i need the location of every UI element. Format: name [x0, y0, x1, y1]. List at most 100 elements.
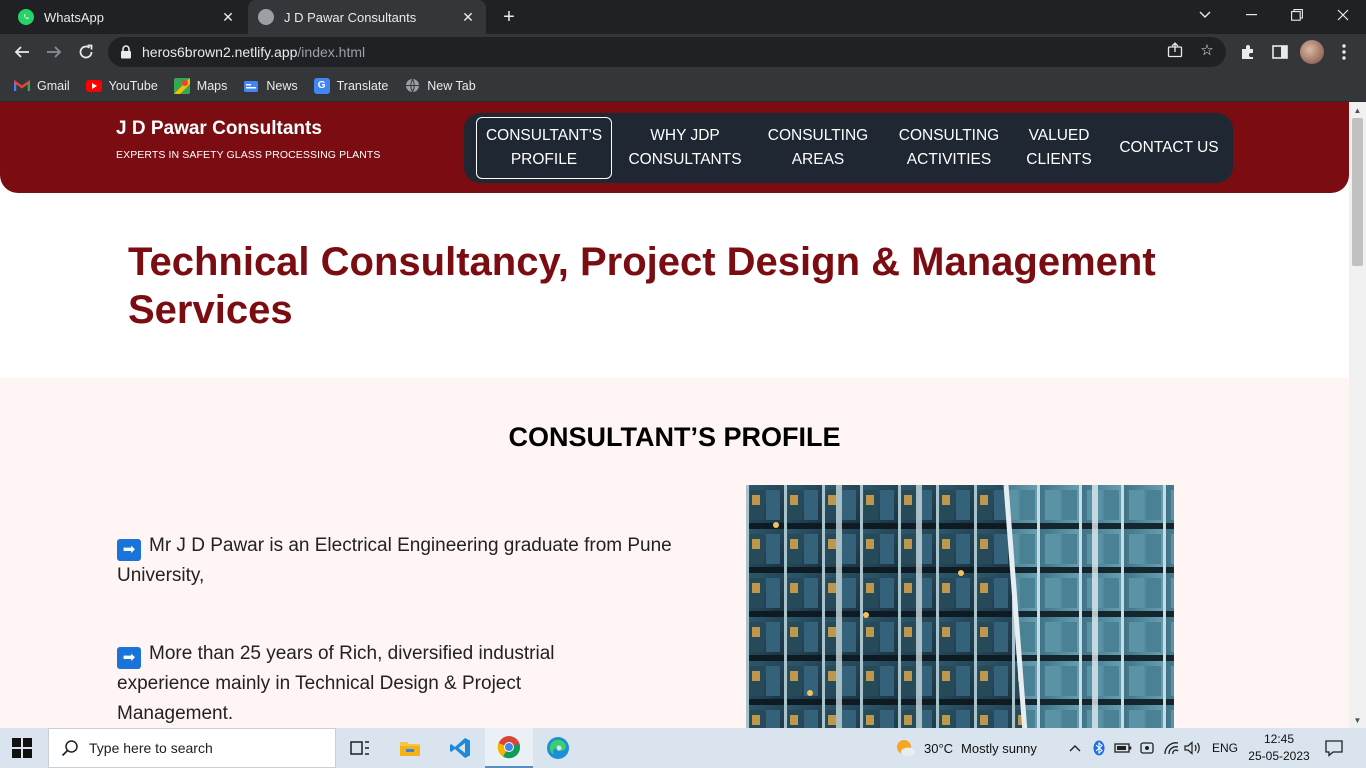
- bookmark-news[interactable]: News: [243, 78, 298, 94]
- task-view-icon[interactable]: [336, 728, 384, 768]
- hero-title-line: Technical Consultancy, Project Design & …: [128, 240, 1156, 284]
- profile-point-text: Mr J D Pawar is an Electrical Engineerin…: [117, 535, 672, 586]
- nav-consulting-activities[interactable]: CONSULTING ACTIVITIES: [888, 117, 1010, 179]
- bookmark-translate[interactable]: G Translate: [313, 77, 389, 94]
- battery-icon[interactable]: [1114, 739, 1132, 757]
- nav-label: WHY JDP: [650, 127, 720, 144]
- bookmarks-bar: Gmail YouTube Maps News G Translate New …: [0, 70, 1366, 102]
- bookmark-maps[interactable]: Maps: [173, 77, 227, 94]
- url-path: /index.html: [297, 44, 366, 60]
- wifi-icon[interactable]: [1162, 739, 1180, 757]
- nav-label: VALUED: [1028, 127, 1090, 144]
- whatsapp-icon: [18, 9, 34, 25]
- translate-icon: G: [313, 77, 330, 94]
- nav-label: PROFILE: [510, 151, 578, 168]
- vscode-icon[interactable]: [436, 728, 484, 768]
- close-tab-icon[interactable]: ✕: [460, 9, 476, 25]
- windows-start-icon[interactable]: [12, 738, 32, 758]
- weather-temp: 30°C: [924, 740, 954, 756]
- back-button[interactable]: [8, 38, 36, 66]
- bookmark-label: News: [266, 78, 298, 93]
- taskbar-clock[interactable]: 12:45 25-05-2023: [1246, 731, 1312, 765]
- notifications-icon[interactable]: [1324, 738, 1344, 758]
- scrollbar-thumb[interactable]: [1352, 118, 1363, 266]
- globe-icon: [258, 9, 274, 25]
- nav-label: CONSULTING: [898, 127, 1000, 144]
- scroll-down-icon[interactable]: ▼: [1349, 712, 1366, 728]
- volume-icon[interactable]: [1184, 739, 1202, 757]
- edge-icon[interactable]: [534, 728, 582, 768]
- new-tab-button[interactable]: +: [498, 6, 520, 28]
- browser-tabstrip: WhatsApp ✕ J D Pawar Consultants ✕ +: [0, 0, 1366, 34]
- weather-desc: Mostly sunny: [961, 740, 1037, 756]
- right-arrow-icon: ➡: [117, 647, 141, 669]
- youtube-icon: [85, 78, 102, 94]
- chevron-up-icon[interactable]: [1066, 739, 1084, 757]
- profile-section: CONSULTANT’S PROFILE ➡ Mr J D Pawar is an…: [0, 378, 1349, 728]
- share-icon[interactable]: [1166, 41, 1184, 59]
- nav-why-jdp-consultants[interactable]: WHY JDP CONSULTANTS: [622, 117, 748, 179]
- bookmark-star-icon[interactable]: ☆: [1198, 41, 1216, 59]
- restore-button[interactable]: [1274, 0, 1320, 30]
- bookmark-label: Translate: [336, 78, 389, 93]
- bookmark-label: Gmail: [37, 78, 70, 93]
- chrome-menu-icon[interactable]: [1332, 40, 1356, 64]
- clock-date: 25-05-2023: [1248, 749, 1310, 763]
- nav-label: CONTACT US: [1119, 139, 1219, 156]
- right-arrow-icon: ➡: [117, 539, 141, 561]
- nav-contact-us[interactable]: CONTACT US: [1112, 117, 1226, 179]
- profile-point: ➡ Mr J D Pawar is an Electrical Engineeri…: [117, 531, 677, 591]
- forward-button[interactable]: [40, 38, 68, 66]
- side-panel-icon[interactable]: [1268, 40, 1292, 64]
- bookmark-new-tab[interactable]: New Tab: [404, 78, 476, 94]
- bluetooth-icon[interactable]: [1090, 739, 1108, 757]
- taskbar-search-input[interactable]: Type here to search: [48, 728, 336, 768]
- brand[interactable]: J D Pawar Consultants EXPERTS IN SAFETY …: [116, 118, 381, 161]
- profile-avatar[interactable]: [1300, 40, 1324, 64]
- bookmark-youtube[interactable]: YouTube: [85, 78, 158, 94]
- nav-valued-clients[interactable]: VALUED CLIENTS: [1020, 117, 1098, 179]
- tab-search-chevron-icon[interactable]: [1182, 0, 1228, 30]
- hero-title-line: Services: [128, 288, 293, 332]
- address-bar[interactable]: heros6brown2.netlify.app/index.html: [108, 37, 1226, 67]
- site-header: J D Pawar Consultants EXPERTS IN SAFETY …: [0, 102, 1349, 193]
- lock-icon[interactable]: [120, 45, 134, 59]
- page-scrollbar[interactable]: ▲ ▼: [1349, 102, 1366, 728]
- brand-name: J D Pawar Consultants: [116, 118, 322, 139]
- bookmark-label: New Tab: [427, 78, 476, 93]
- browser-toolbar: heros6brown2.netlify.app/index.html ☆: [0, 34, 1366, 70]
- tab-title: WhatsApp: [44, 9, 104, 25]
- clock-time: 12:45: [1263, 732, 1295, 746]
- nav-consultants-profile[interactable]: CONSULTANT'S PROFILE: [476, 117, 612, 179]
- bookmark-gmail[interactable]: Gmail: [14, 78, 70, 94]
- minimize-button[interactable]: [1228, 0, 1274, 30]
- nav-consulting-areas[interactable]: CONSULTING AREAS: [760, 117, 876, 179]
- meet-now-icon[interactable]: [1138, 739, 1156, 757]
- main-nav: CONSULTANT'S PROFILE WHY JDP CONSULTANTS C…: [464, 113, 1233, 183]
- chrome-taskbar-icon[interactable]: [485, 728, 533, 768]
- tab-whatsapp[interactable]: WhatsApp ✕: [8, 0, 246, 34]
- file-explorer-icon[interactable]: [386, 728, 434, 768]
- tab-title: J D Pawar Consultants: [284, 9, 417, 25]
- close-tab-icon[interactable]: ✕: [220, 9, 236, 25]
- extensions-icon[interactable]: [1236, 40, 1260, 64]
- page-viewport: J D Pawar Consultants EXPERTS IN SAFETY …: [0, 102, 1366, 728]
- nav-label: CONSULTING: [767, 127, 869, 144]
- reload-button[interactable]: [72, 38, 100, 66]
- brand-tagline: EXPERTS IN SAFETY GLASS PROCESSING PLANT…: [116, 149, 381, 161]
- news-icon: [243, 78, 259, 94]
- profile-point: ➡ More than 25 years of Rich, diversified…: [117, 639, 587, 728]
- windows-taskbar: Type here to search 30°C Mostly sunny EN…: [0, 728, 1366, 768]
- search-placeholder: Type here to search: [89, 740, 213, 756]
- weather-widget[interactable]: 30°C Mostly sunny: [894, 728, 1037, 768]
- tab-jd-pawar[interactable]: J D Pawar Consultants ✕: [248, 0, 486, 34]
- bookmark-label: YouTube: [108, 78, 158, 93]
- url-domain: heros6brown2.netlify.app: [142, 44, 298, 60]
- language-indicator[interactable]: ENG: [1212, 728, 1238, 768]
- scroll-up-icon[interactable]: ▲: [1349, 102, 1366, 118]
- search-icon: [61, 739, 79, 757]
- section-title: CONSULTANT’S PROFILE: [508, 422, 841, 452]
- close-window-button[interactable]: [1320, 0, 1366, 30]
- weather-sun-icon: [894, 737, 916, 759]
- nav-label: ACTIVITIES: [906, 151, 992, 168]
